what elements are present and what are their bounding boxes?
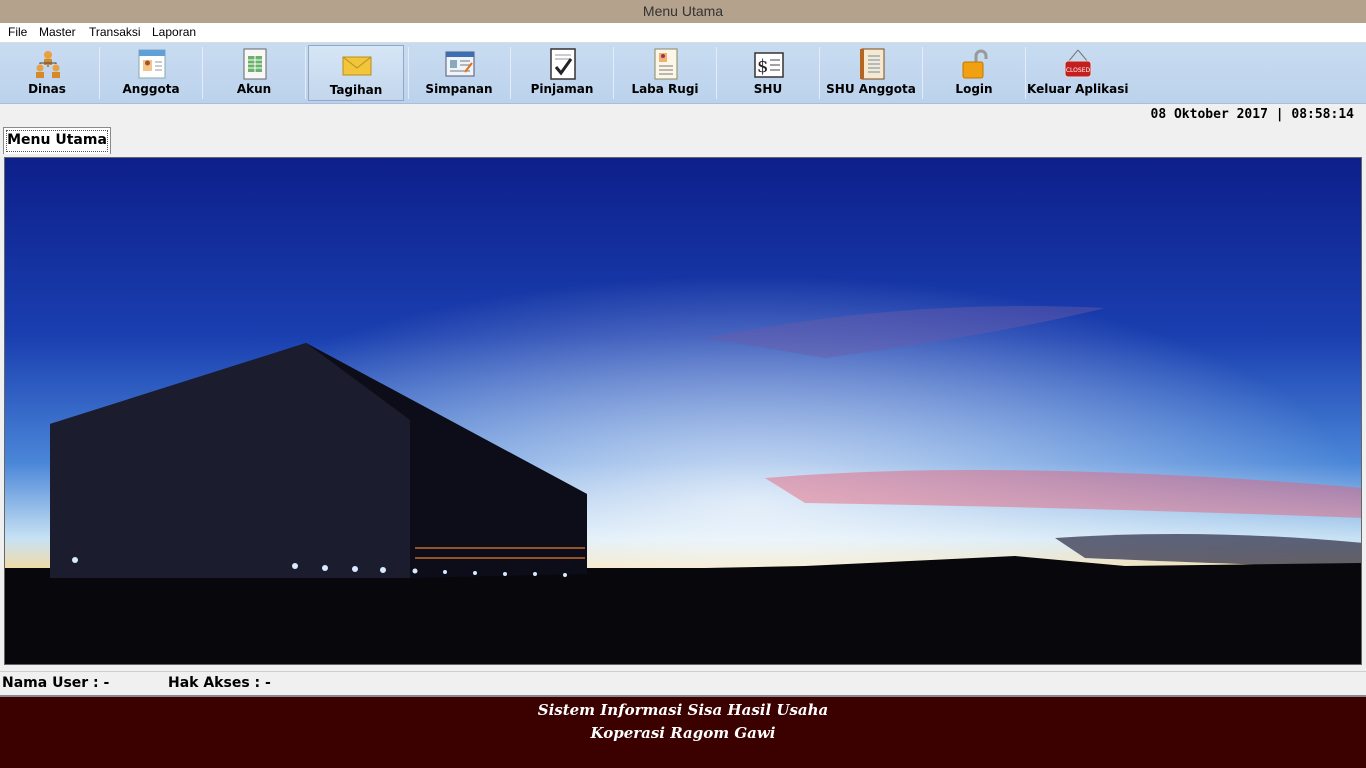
access-level-label: Hak Akses : - (168, 675, 271, 691)
checklist-icon (550, 48, 576, 80)
footer-banner: Sistem Informasi Sisa Hasil Usaha Kopera… (0, 695, 1366, 768)
toolbar-button-anggota[interactable]: Anggota (101, 45, 201, 101)
footer-line-2: Koperasi Ragom Gawi (590, 724, 776, 742)
form-icon (445, 51, 475, 77)
svg-text:$: $ (757, 56, 768, 77)
toolbar-label: Simpanan (425, 82, 493, 96)
toolbar-separator (202, 47, 203, 99)
toolbar-button-dinas[interactable]: Dinas (0, 45, 97, 101)
organization-icon (36, 51, 60, 78)
menu-bar: File Master Transaksi Laporan (0, 23, 1366, 43)
tab-menu-utama[interactable]: Menu Utama (3, 127, 111, 154)
menu-transaksi[interactable]: Transaksi (89, 25, 141, 39)
toolbar-label: Dinas (28, 82, 66, 96)
toolbar-label: SHU (753, 82, 783, 96)
toolbar-label: Laba Rugi (631, 82, 699, 96)
notebook-icon (860, 48, 885, 80)
toolbar-button-tagihan[interactable]: Tagihan (308, 45, 404, 101)
footer-line-1: Sistem Informasi Sisa Hasil Usaha (537, 701, 829, 719)
toolbar-separator (1025, 47, 1026, 99)
menu-laporan[interactable]: Laporan (152, 25, 196, 39)
toolbar-button-pinjaman[interactable]: Pinjaman (512, 45, 612, 101)
background-photo (4, 157, 1362, 665)
dollar-document-icon: $ (754, 52, 784, 78)
envelope-icon (342, 56, 372, 76)
toolbar-label: Anggota (122, 82, 180, 96)
user-name-label: Nama User : - (2, 675, 110, 691)
padlock-icon (962, 49, 988, 79)
toolbar-separator (510, 47, 511, 99)
toolbar-label: Login (955, 82, 993, 96)
toolbar-button-keluar-aplikasi[interactable]: CLOSED Keluar Aplikasi (1027, 45, 1129, 101)
toolbar-label: SHU Anggota (826, 82, 916, 96)
toolbar-button-shu[interactable]: $ SHU (718, 45, 818, 101)
closed-sign-icon: CLOSED (1064, 49, 1092, 78)
toolbar-separator (99, 47, 100, 99)
toolbar: Dinas Anggota Akun Tagihan Simpanan Pinj… (0, 43, 1366, 104)
toolbar-separator (305, 47, 306, 99)
toolbar-separator (819, 47, 820, 99)
menu-file[interactable]: File (8, 25, 27, 39)
datetime-display: 08 Oktober 2017 | 08:58:14 (1150, 107, 1355, 122)
toolbar-label: Keluar Aplikasi (1027, 82, 1129, 96)
toolbar-button-login[interactable]: Login (924, 45, 1024, 101)
status-bar: Nama User : - Hak Akses : - (0, 671, 1366, 695)
id-card-icon (138, 49, 166, 79)
toolbar-separator (613, 47, 614, 99)
toolbar-separator (922, 47, 923, 99)
toolbar-separator (716, 47, 717, 99)
toolbar-button-akun[interactable]: Akun (204, 45, 304, 101)
report-icon (654, 48, 678, 80)
toolbar-button-shu-anggota[interactable]: SHU Anggota (821, 45, 921, 101)
toolbar-button-laba-rugi[interactable]: Laba Rugi (615, 45, 715, 101)
toolbar-label: Tagihan (329, 83, 383, 97)
toolbar-label: Pinjaman (530, 82, 594, 96)
toolbar-label: Akun (236, 82, 272, 96)
spreadsheet-icon (243, 48, 267, 80)
window-title: Menu Utama (0, 0, 1366, 23)
menu-master[interactable]: Master (39, 25, 76, 39)
svg-text:CLOSED: CLOSED (1066, 67, 1091, 74)
toolbar-button-simpanan[interactable]: Simpanan (409, 45, 509, 101)
tab-label: Menu Utama (7, 132, 107, 148)
